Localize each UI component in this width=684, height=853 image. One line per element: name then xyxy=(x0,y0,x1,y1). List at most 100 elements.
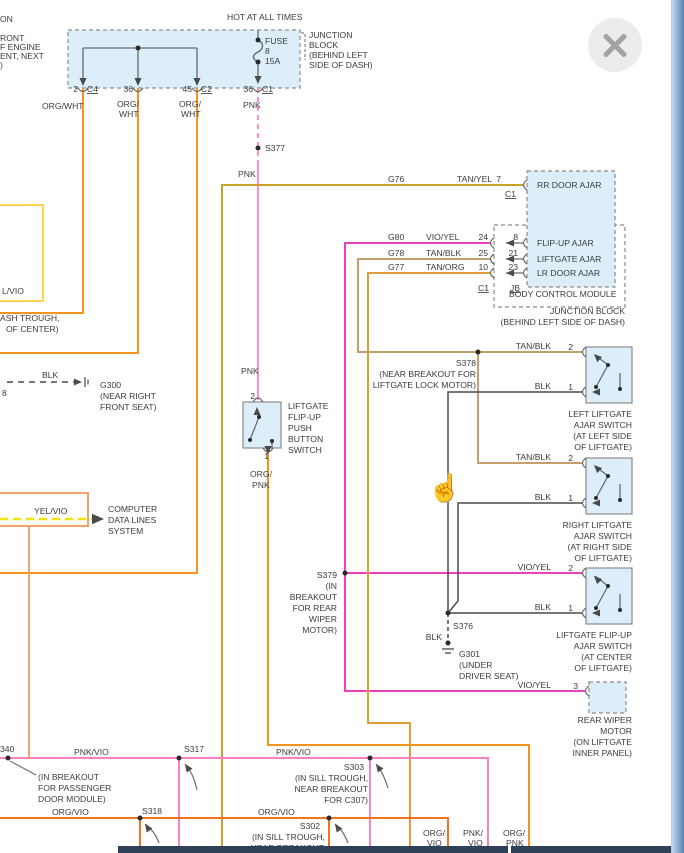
label: ORG/WHT xyxy=(42,101,84,111)
junction-dot xyxy=(6,756,11,761)
arrowhead xyxy=(74,379,82,386)
label: 2 xyxy=(568,342,573,352)
label: LEFT LIFTGATE xyxy=(568,409,632,419)
label: WHT xyxy=(181,109,201,119)
wire-tan-blk-branch xyxy=(478,352,582,463)
label: 2 xyxy=(250,391,255,401)
junction-dot xyxy=(270,439,274,443)
label: C2 xyxy=(201,84,212,94)
label: FLIP-UP AJAR xyxy=(537,238,594,248)
arrowhead xyxy=(142,822,152,833)
arrowhead xyxy=(373,762,383,773)
label: BREAKOUT xyxy=(290,592,338,602)
junction-dot xyxy=(248,438,252,442)
junction-dot xyxy=(343,571,348,576)
label: LIFTGATE LOCK MOTOR) xyxy=(373,380,476,390)
label: 1 xyxy=(568,493,573,503)
label: S318 xyxy=(142,806,162,816)
label: S302 xyxy=(300,821,320,831)
label: RR DOOR AJAR xyxy=(537,180,601,190)
label: G78 xyxy=(388,248,404,258)
label: PNK xyxy=(241,366,259,376)
label: G300 xyxy=(100,380,121,390)
label: PUSH xyxy=(288,423,312,433)
label: OF LIFTGATE) xyxy=(574,553,632,563)
label: (AT RIGHT SIDE xyxy=(568,542,633,552)
label: NEAR BREAKOUT xyxy=(294,784,368,794)
label: 25 xyxy=(478,248,488,258)
label: VIO/YEL xyxy=(518,562,552,572)
label: G76 xyxy=(388,174,404,184)
label: JUNCTION BLOCK xyxy=(550,306,625,316)
label: AJAR SWITCH xyxy=(574,641,632,651)
label: OF LIFTGATE) xyxy=(574,442,632,452)
label: SWITCH xyxy=(288,445,322,455)
label: HOT AT ALL TIMES xyxy=(227,12,303,22)
label: G80 xyxy=(388,232,404,242)
label: 2 xyxy=(568,453,573,463)
label: COMPUTER xyxy=(108,504,157,514)
arrowhead xyxy=(182,762,192,773)
label: (NEAR BREAKOUT FOR xyxy=(379,369,476,379)
junction-dot xyxy=(177,756,182,761)
junction-dot xyxy=(257,415,261,419)
label: ORG/VIO xyxy=(52,807,89,817)
junction-dot xyxy=(618,387,622,391)
label: LR DOOR AJAR xyxy=(537,268,600,278)
liftgate-flipup-ajar-switch-box xyxy=(586,568,632,624)
label: 1 xyxy=(264,451,269,461)
label: ORG/ xyxy=(503,828,526,838)
label: FLIP-UP xyxy=(288,412,321,422)
label: 10 xyxy=(478,262,488,272)
wire-org-vio xyxy=(0,818,448,847)
label: BLK xyxy=(42,370,59,380)
label: BODY CONTROL MODULE xyxy=(509,289,617,299)
rear-wiper-motor-box xyxy=(589,682,626,713)
label: 8 xyxy=(265,46,270,56)
label: (AT CENTER xyxy=(581,652,632,662)
label: FOR REAR xyxy=(293,603,337,613)
junction-dot xyxy=(446,611,451,616)
junction-dot xyxy=(368,756,373,761)
label: OF CENTER) xyxy=(6,324,59,334)
label: VIO/YEL xyxy=(426,232,460,242)
label: S303 xyxy=(344,762,364,772)
arrowhead xyxy=(92,514,104,525)
label: DATA LINES xyxy=(108,515,157,525)
label: (NEAR RIGHT xyxy=(100,391,157,401)
label: PNK/VIO xyxy=(276,747,311,757)
label: 15A xyxy=(265,56,281,66)
label: LIFTGATE FLIP-UP xyxy=(556,630,632,640)
junction-dot xyxy=(606,474,610,478)
bottom-edge-bar xyxy=(118,846,671,853)
label: BLK xyxy=(535,381,552,391)
label: ORG/VIO xyxy=(258,807,295,817)
vertical-scrollbar[interactable] xyxy=(671,0,684,853)
label: 8 xyxy=(513,232,518,242)
label: LIFTGATE AJAR xyxy=(537,254,601,264)
label: C1 xyxy=(505,189,516,199)
label: FUSE xyxy=(265,36,288,46)
label: RIGHT LIFTGATE xyxy=(563,520,633,530)
junction-dot xyxy=(594,385,598,389)
label: S378 xyxy=(456,358,476,368)
label: (IN BREAKOUT xyxy=(38,772,100,782)
label: FOR PASSENGER xyxy=(38,783,111,793)
label: ORG/ xyxy=(250,469,273,479)
label: AJAR SWITCH xyxy=(574,531,632,541)
label: S377 xyxy=(265,143,285,153)
junction-dot xyxy=(618,608,622,612)
close-button[interactable] xyxy=(588,18,642,72)
label: DRIVER SEAT) xyxy=(459,671,519,681)
label: (BEHIND LEFT xyxy=(309,50,368,60)
label: PNK xyxy=(252,480,270,490)
bottom-edge-tick xyxy=(508,846,511,853)
label: REAR WIPER xyxy=(578,715,632,725)
wire-org-wht-1 xyxy=(0,88,83,313)
label: S379 xyxy=(317,570,337,580)
label: PNK xyxy=(243,100,261,110)
label: SYSTEM xyxy=(108,526,143,536)
label: MOTOR) xyxy=(302,625,337,635)
label: JUNCTION xyxy=(309,30,352,40)
label: (UNDER xyxy=(459,660,492,670)
